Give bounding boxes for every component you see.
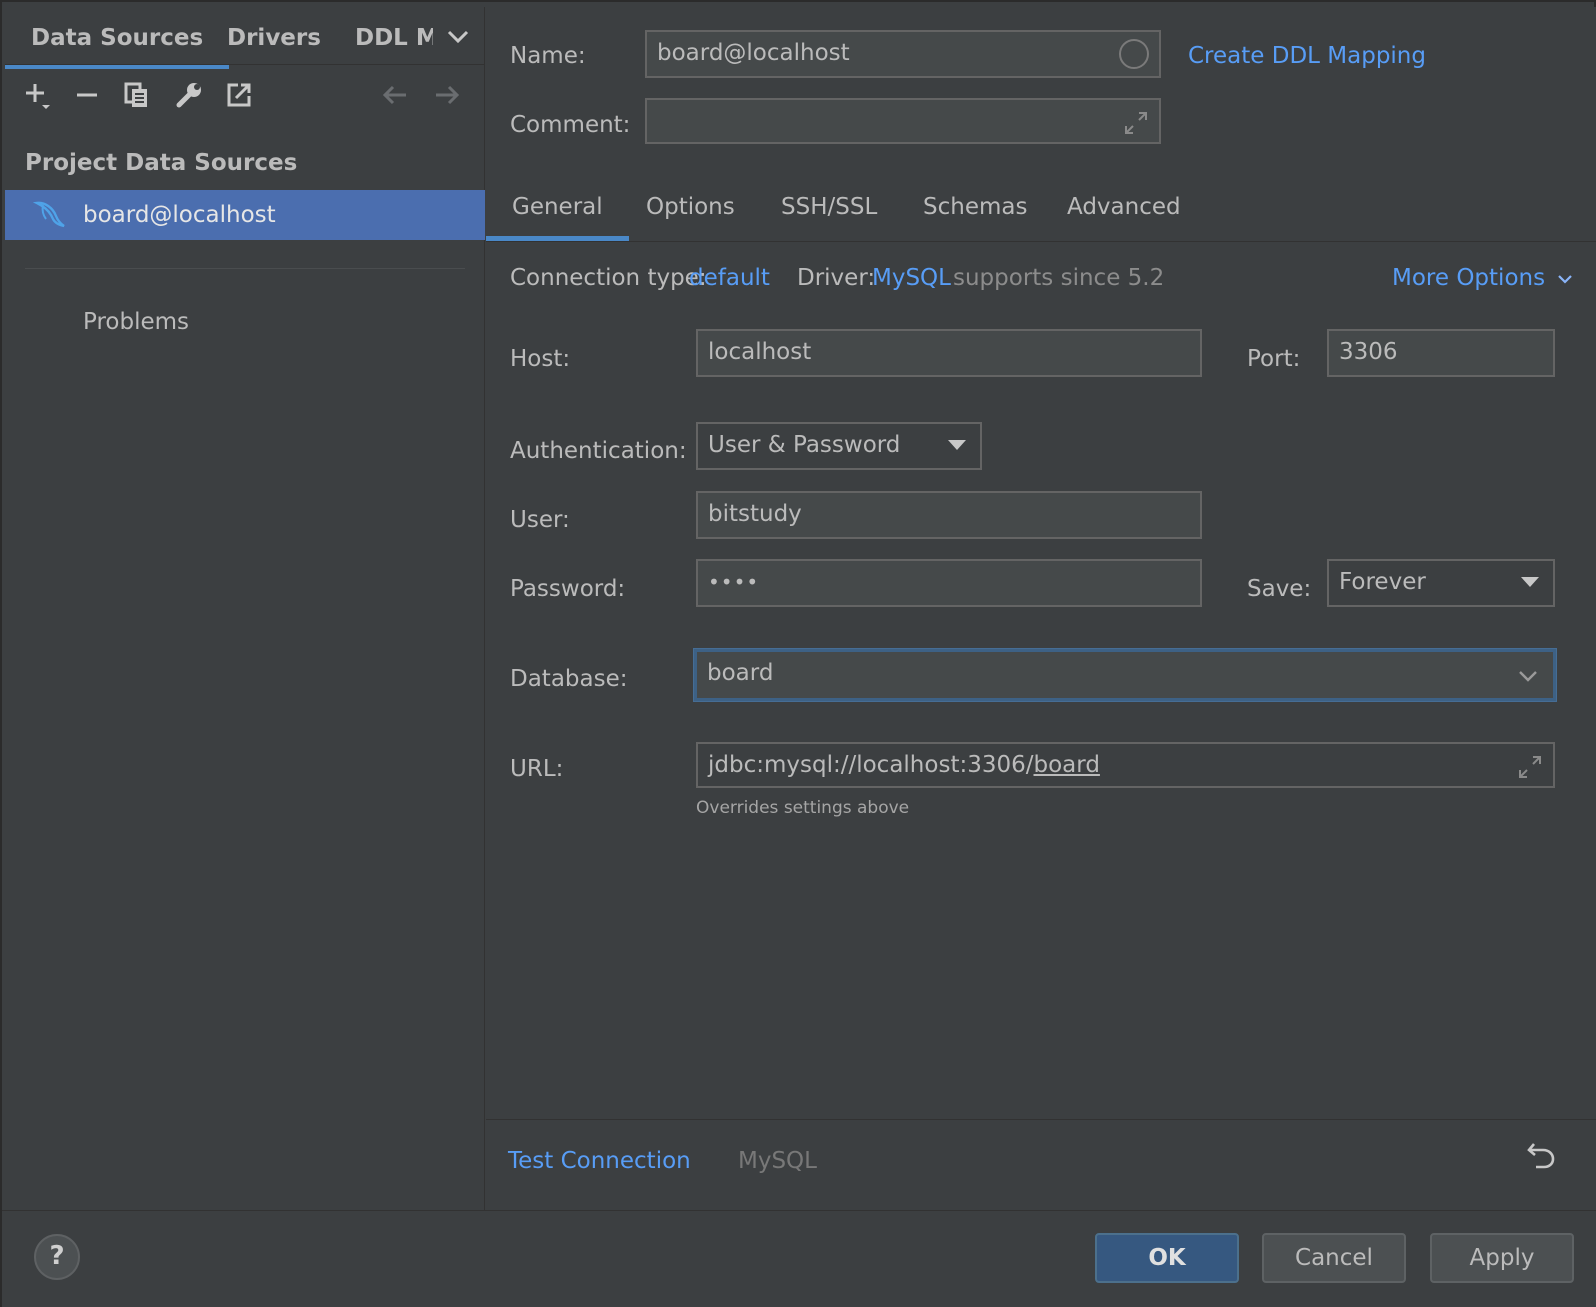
dialog-footer: ? OK Cancel Apply [2, 1210, 1596, 1307]
password-field[interactable]: •••• [696, 559, 1202, 607]
problems-item[interactable]: Problems [83, 309, 189, 335]
remove-icon[interactable] [71, 77, 103, 113]
name-label: Name: [510, 43, 586, 69]
driver-footer-label: MySQL [738, 1148, 817, 1174]
more-options-link[interactable]: More Options [1392, 265, 1574, 291]
comment-field[interactable] [645, 98, 1161, 144]
export-icon[interactable] [223, 77, 255, 113]
host-value: localhost [708, 339, 812, 365]
comment-label: Comment: [510, 112, 631, 138]
connection-type-link[interactable]: default [689, 265, 770, 291]
ok-button[interactable]: OK [1095, 1233, 1239, 1283]
save-label: Save: [1247, 576, 1312, 602]
connection-type-label: Connection type: [510, 265, 707, 291]
password-value: •••• [708, 570, 760, 594]
project-data-sources-heading: Project Data Sources [25, 150, 298, 176]
authentication-dropdown[interactable]: User & Password [696, 422, 982, 470]
bottom-action-bar: Test Connection MySQL [486, 1119, 1596, 1209]
right-panel: Name: board@localhost Create DDL Mapping… [486, 7, 1596, 1210]
password-label: Password: [510, 576, 626, 602]
authentication-label: Authentication: [510, 438, 687, 464]
left-panel: Data Sources Drivers DDL M Project Data … [4, 7, 485, 1210]
test-connection-link[interactable]: Test Connection [508, 1148, 691, 1174]
help-button[interactable]: ? [34, 1234, 80, 1280]
port-label: Port: [1247, 346, 1301, 372]
url-field[interactable]: jdbc:mysql://localhost:3306/board [696, 742, 1555, 788]
save-dropdown[interactable]: Forever [1327, 559, 1555, 607]
dropdown-arrow-icon [948, 440, 966, 450]
data-sources-dialog: Data Sources Drivers DDL M Project Data … [0, 0, 1596, 1307]
color-circle-icon[interactable] [1119, 39, 1149, 69]
url-database-link[interactable]: board [1034, 752, 1100, 778]
driver-link[interactable]: MySQL [872, 265, 951, 291]
expand-icon[interactable] [1517, 752, 1543, 778]
database-combobox[interactable]: board [694, 649, 1556, 701]
wrench-icon[interactable] [173, 77, 205, 113]
url-label: URL: [510, 756, 564, 782]
mysql-dolphin-icon [32, 198, 67, 232]
url-prefix: jdbc:mysql://localhost:3306/ [708, 752, 1034, 778]
tab-advanced[interactable]: Advanced [1067, 194, 1181, 220]
host-field[interactable]: localhost [696, 329, 1202, 377]
chevron-down-icon[interactable] [1517, 665, 1539, 687]
url-hint: Overrides settings above [696, 798, 910, 818]
tab-options[interactable]: Options [646, 194, 735, 220]
apply-button[interactable]: Apply [1430, 1233, 1574, 1283]
expand-icon[interactable] [1123, 108, 1149, 134]
user-value: bitstudy [708, 501, 802, 527]
driver-note: supports since 5.2 [953, 265, 1165, 291]
tab-schemas[interactable]: Schemas [923, 194, 1027, 220]
host-label: Host: [510, 346, 571, 372]
data-source-label: board@localhost [83, 202, 276, 228]
settings-tabs: General Options SSH/SSL Schemas Advanced [486, 182, 1596, 242]
data-source-item[interactable]: board@localhost [5, 190, 485, 240]
back-arrow-icon[interactable] [379, 77, 411, 113]
name-value: board@localhost [657, 40, 850, 66]
tab-ddl-mappings[interactable]: DDL M [355, 25, 433, 51]
dropdown-arrow-icon [1521, 577, 1539, 587]
forward-arrow-icon[interactable] [431, 77, 463, 113]
duplicate-icon[interactable] [121, 77, 153, 113]
tab-drivers[interactable]: Drivers [227, 25, 321, 51]
tab-general[interactable]: General [486, 194, 629, 241]
left-tab-bar: Data Sources Drivers DDL M [4, 7, 485, 69]
database-value: board [707, 660, 774, 686]
name-field[interactable]: board@localhost [645, 30, 1161, 78]
user-field[interactable]: bitstudy [696, 491, 1202, 539]
port-value: 3306 [1339, 339, 1398, 365]
chevron-down-icon[interactable] [445, 23, 471, 49]
driver-label: Driver: [797, 265, 876, 291]
chevron-down-icon [1558, 274, 1573, 284]
port-field[interactable]: 3306 [1327, 329, 1555, 377]
user-label: User: [510, 507, 570, 533]
add-icon[interactable] [21, 77, 53, 113]
divider [25, 268, 465, 269]
left-toolbar [5, 77, 485, 121]
tab-ssh-ssl[interactable]: SSH/SSL [781, 194, 877, 220]
revert-icon[interactable] [1526, 1140, 1556, 1170]
authentication-value: User & Password [708, 432, 901, 458]
save-value: Forever [1339, 569, 1426, 595]
database-label: Database: [510, 666, 628, 692]
cancel-button[interactable]: Cancel [1262, 1233, 1406, 1283]
tab-data-sources[interactable]: Data Sources [4, 25, 230, 69]
create-ddl-mapping-link[interactable]: Create DDL Mapping [1188, 43, 1426, 69]
more-options-label: More Options [1392, 265, 1546, 291]
